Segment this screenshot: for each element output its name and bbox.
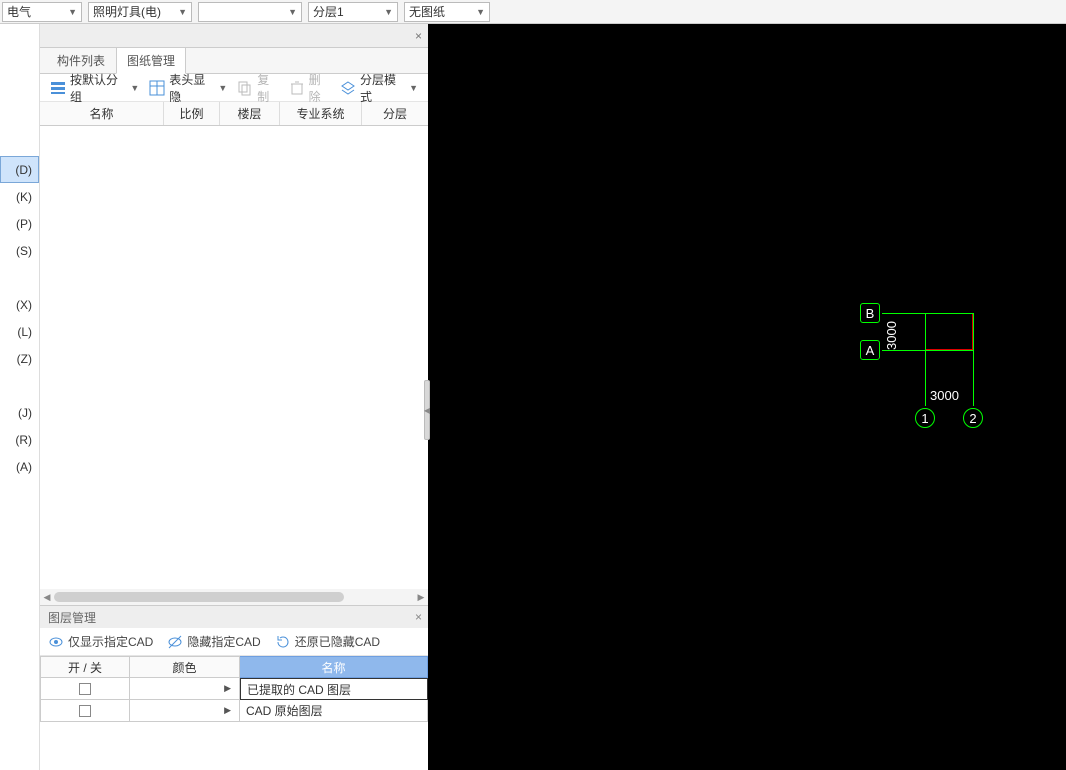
col-layer[interactable]: 分层 [362,102,428,125]
restore-cad-button[interactable]: 还原已隐藏CAD [275,633,380,650]
copy-button[interactable]: 复制 [233,69,282,107]
axis-line-b [882,313,973,314]
dim-vertical: 3000 [884,321,899,350]
filter-item-p[interactable]: (P) [0,210,39,237]
combo-discipline[interactable]: 电气 ▼ [2,2,82,22]
col-name[interactable]: 名称 [40,102,164,125]
layer-name-cell[interactable]: CAD 原始图层 [240,700,428,722]
filter-item-r[interactable]: (R) [0,426,39,453]
show-only-cad-button[interactable]: 仅显示指定CAD [48,633,153,650]
col-scale[interactable]: 比例 [164,102,220,125]
chevron-right-icon: ▶ [224,705,231,716]
group-icon [50,80,66,96]
scroll-thumb[interactable] [54,592,344,602]
close-icon[interactable]: × [409,610,428,624]
layer-panel-title: 图层管理 [48,609,96,626]
eye-off-icon [167,634,183,650]
axis-line-a [882,350,973,351]
axis-bubble-a: A [860,340,880,360]
layer-tools: 仅显示指定CAD 隐藏指定CAD 还原已隐藏CAD [40,628,428,656]
combo-value: 照明灯具(电) [93,3,161,20]
layer-mode-button[interactable]: 分层模式 ▼ [336,69,422,107]
drawing-grid-header: 名称 比例 楼层 专业系统 分层 [40,102,428,126]
eye-icon [48,634,64,650]
checkbox[interactable] [79,683,91,695]
chevron-down-icon: ▼ [384,7,393,17]
horizontal-scrollbar[interactable]: ◀ ▶ [40,589,428,605]
combo-empty[interactable]: ▼ [198,2,302,22]
col-onoff[interactable]: 开 / 关 [40,656,130,678]
layer-color-cell[interactable]: ▶ [130,700,240,722]
axis-bubble-b: B [860,303,880,323]
filter-item-d[interactable]: (D) [0,156,39,183]
checkbox[interactable] [79,705,91,717]
filter-item-z[interactable]: (Z) [0,345,39,372]
axis-line-2 [973,313,974,406]
copy-icon [237,80,253,96]
combo-value: 无图纸 [409,3,445,20]
delete-button[interactable]: 删除 [285,69,334,107]
filter-item-k[interactable]: (K) [0,183,39,210]
combo-value: 分层1 [313,3,344,20]
scroll-left-icon[interactable]: ◀ [40,589,54,605]
layers-icon [340,80,356,96]
layer-color-cell[interactable]: ▶ [130,678,240,700]
layer-row[interactable]: ▶ CAD 原始图层 [40,700,428,722]
filter-item-s[interactable]: (S) [0,237,39,264]
col-floor[interactable]: 楼层 [220,102,280,125]
layer-management-panel: 图层管理 × 仅显示指定CAD 隐藏指定CAD 还原已隐藏CAD 开 / 关 [40,605,428,770]
group-default-button[interactable]: 按默认分组 ▼ [46,69,143,107]
layer-row[interactable]: ▶ 已提取的 CAD 图层 [40,678,428,700]
combo-component-type[interactable]: 照明灯具(电) ▼ [88,2,192,22]
top-toolbar: 电气 ▼ 照明灯具(电) ▼ ▼ 分层1 ▼ 无图纸 ▼ [0,0,1066,24]
col-layer-name[interactable]: 名称 [240,656,428,678]
filter-item-blank1 [0,264,39,291]
trash-icon [289,80,305,96]
chevron-right-icon: ▶ [224,683,231,694]
chevron-down-icon: ▼ [288,7,297,17]
hide-cad-button[interactable]: 隐藏指定CAD [167,633,260,650]
filter-item-a[interactable]: (A) [0,453,39,480]
side-panel: × 构件列表 图纸管理 按默认分组 ▼ 表头显隐 ▼ 复制 删除 [40,24,428,770]
panel-splitter[interactable]: ◀ [424,380,430,440]
axis-line-1 [925,313,926,406]
layer-onoff-cell[interactable] [40,700,130,722]
chevron-down-icon: ▼ [130,83,139,93]
layer-panel-header: 图层管理 × [40,606,428,628]
panel-header: × [40,24,428,48]
dim-horizontal: 3000 [930,388,959,403]
drawing-grid-body[interactable] [40,126,428,589]
filter-item-l[interactable]: (L) [0,318,39,345]
drawing-toolbar: 按默认分组 ▼ 表头显隐 ▼ 复制 删除 分层模式 ▼ [40,74,428,102]
filter-item-j[interactable]: (J) [0,399,39,426]
layer-table-header: 开 / 关 颜色 名称 [40,656,428,678]
col-system[interactable]: 专业系统 [280,102,362,125]
chevron-down-icon: ▼ [68,7,77,17]
chevron-down-icon: ▼ [409,83,418,93]
restore-icon [275,634,291,650]
header-toggle-button[interactable]: 表头显隐 ▼ [145,69,231,107]
combo-layer[interactable]: 分层1 ▼ [308,2,398,22]
selection-box [925,313,973,350]
col-color[interactable]: 颜色 [130,656,240,678]
scroll-right-icon[interactable]: ▶ [414,589,428,605]
chevron-down-icon: ▼ [178,7,187,17]
axis-bubble-2: 2 [963,408,983,428]
filter-item-blank2 [0,372,39,399]
layer-onoff-cell[interactable] [40,678,130,700]
combo-value: 电气 [7,3,31,20]
left-filter-column: (D) (K) (P) (S) (X) (L) (Z) (J) (R) (A) [0,24,40,770]
chevron-down-icon: ▼ [476,7,485,17]
combo-drawing[interactable]: 无图纸 ▼ [404,2,490,22]
layer-name-cell[interactable]: 已提取的 CAD 图层 [240,678,428,700]
drawing-canvas[interactable]: B A 1 2 3000 3000 [428,24,1066,770]
axis-bubble-1: 1 [915,408,935,428]
close-icon[interactable]: × [409,29,428,43]
table-icon [149,80,165,96]
scroll-track[interactable] [54,592,414,602]
filter-item-x[interactable]: (X) [0,291,39,318]
chevron-down-icon: ▼ [218,83,227,93]
